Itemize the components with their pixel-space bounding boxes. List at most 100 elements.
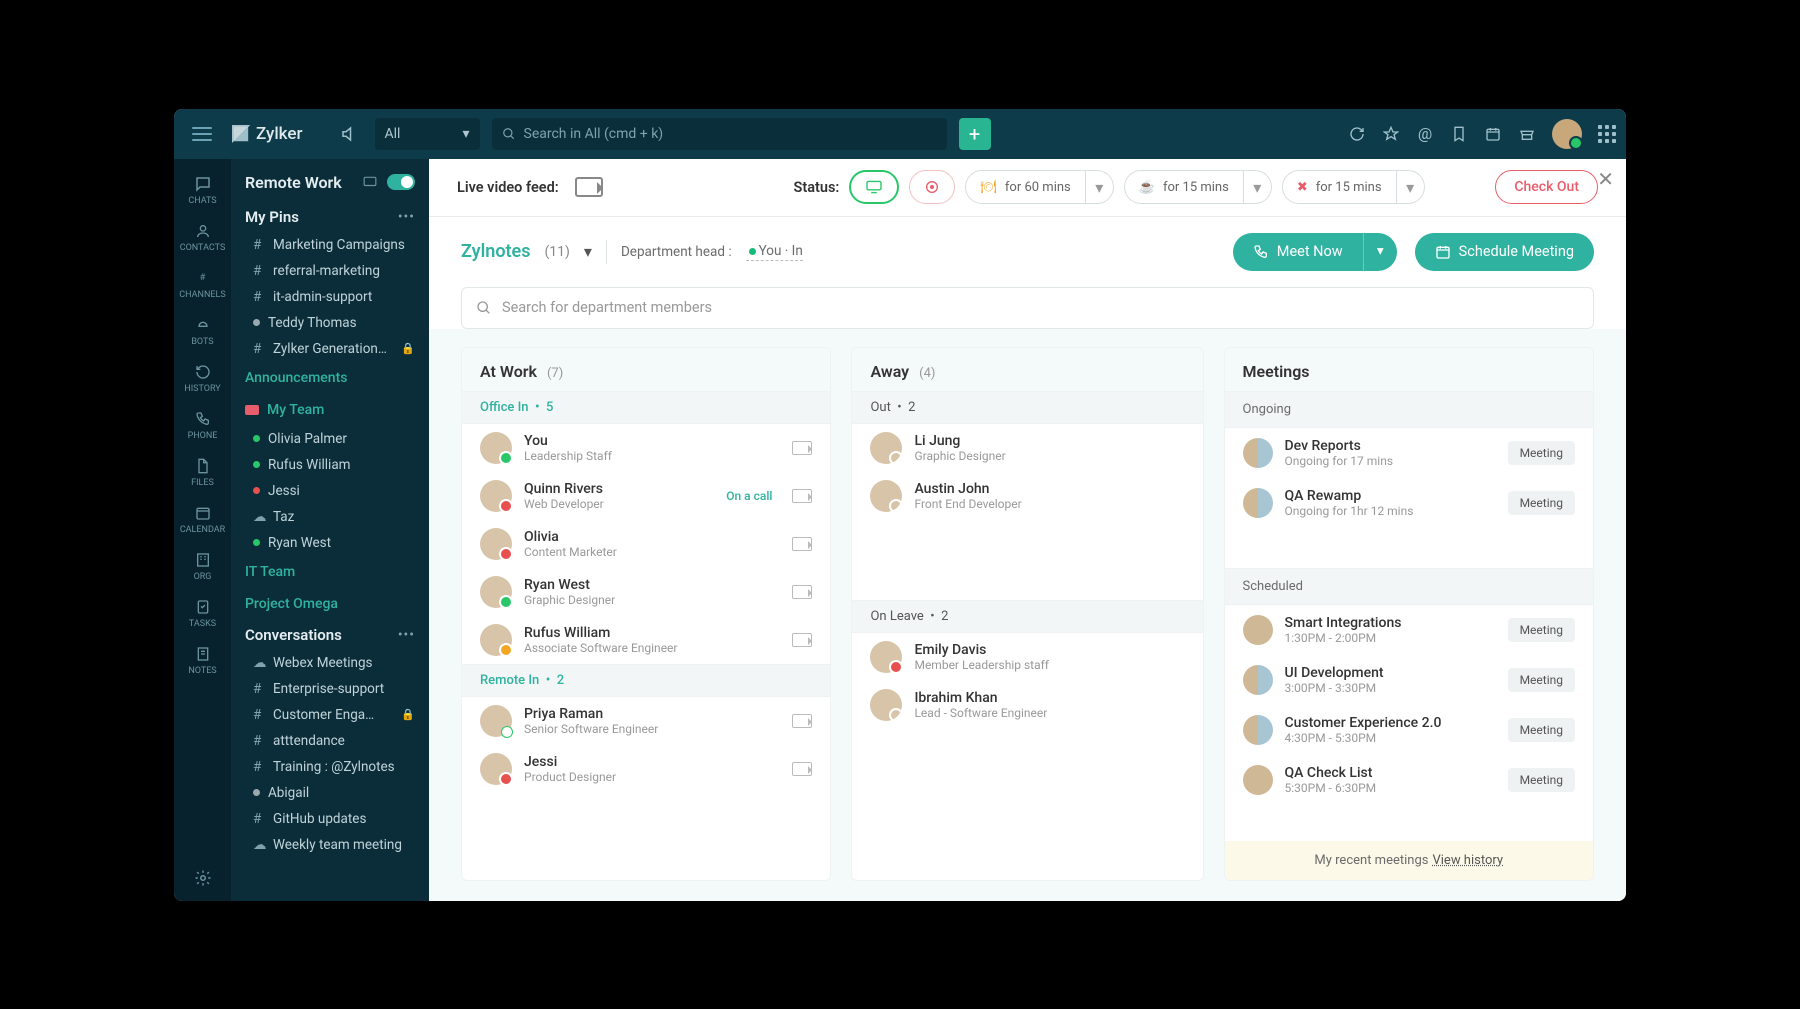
chevron-down-icon[interactable]: ▾ [1363,233,1397,271]
meeting-button[interactable]: Meeting [1508,668,1575,692]
rail-contacts[interactable]: CONTACTS [174,216,231,259]
checkout-button[interactable]: Check Out [1495,170,1598,204]
conv-item[interactable]: ☁Weekly team meeting [231,832,429,858]
view-history-link[interactable]: View history [1432,853,1503,868]
camera-icon[interactable] [792,537,812,551]
close-icon[interactable]: ✕ [1597,167,1614,191]
global-search[interactable] [492,118,947,150]
rail-channels[interactable]: #CHANNELS [174,263,231,306]
dept-search[interactable] [461,287,1594,329]
announcements-link[interactable]: Announcements [231,362,429,394]
camera-icon[interactable] [792,762,812,776]
team-member[interactable]: Ryan West [231,530,429,556]
pin-item[interactable]: #Zylker Generation…🔒 [231,336,429,362]
meeting-button[interactable]: Meeting [1508,491,1575,515]
meet-now-button[interactable]: Meet Now ▾ [1233,233,1397,271]
person-row[interactable]: Emily DavisMember Leadership staff [852,633,1202,681]
meeting-row[interactable]: Dev ReportsOngoing for 17 minsMeeting [1225,428,1593,478]
person-row[interactable]: Ryan WestGraphic Designer [462,568,830,616]
pin-item[interactable]: #it-admin-support [231,284,429,310]
refresh-icon[interactable] [1348,125,1366,143]
rail-tasks[interactable]: TASKS [174,592,231,635]
user-avatar[interactable] [1552,119,1582,149]
mention-icon[interactable]: @ [1416,125,1434,143]
remote-toggle[interactable] [387,174,415,190]
bookmark-icon[interactable] [1450,125,1468,143]
conv-item[interactable]: #Customer Enga…🔒 [231,702,429,728]
camera-icon[interactable] [792,585,812,599]
conv-item[interactable]: #Enterprise-support [231,676,429,702]
chevron-down-icon[interactable]: ▾ [1244,170,1272,204]
calendar-icon[interactable] [1484,125,1502,143]
add-button[interactable]: + [959,118,991,150]
meeting-row[interactable]: Customer Experience 2.04:30PM - 5:30PMMe… [1225,705,1593,755]
status-dnd-15[interactable]: ✖for 15 mins ▾ [1282,170,1425,204]
rail-org[interactable]: ORG [174,545,231,588]
chevron-down-icon[interactable]: ▾ [1086,170,1114,204]
conv-item[interactable]: #atttendance [231,728,429,754]
status-location-pill[interactable] [909,170,955,204]
conv-menu-icon[interactable]: ••• [398,627,415,643]
status-away-15[interactable]: ☕for 15 mins ▾ [1124,170,1272,204]
pins-menu-icon[interactable]: ••• [398,209,415,225]
status-away-60[interactable]: 🍽for 60 mins ▾ [965,170,1113,204]
person-row[interactable]: Priya RamanSenior Software Engineer [462,697,830,745]
meeting-button[interactable]: Meeting [1508,768,1575,792]
schedule-meeting-button[interactable]: Schedule Meeting [1415,233,1594,271]
rail-settings[interactable] [174,855,231,901]
person-row[interactable]: JessiProduct Designer [462,745,830,793]
meeting-button[interactable]: Meeting [1508,441,1575,465]
conv-item[interactable]: Abigail [231,780,429,806]
it-team-link[interactable]: IT Team [231,556,429,588]
rail-notes[interactable]: NOTES [174,639,231,682]
camera-icon[interactable] [792,441,812,455]
store-icon[interactable] [1518,125,1536,143]
camera-icon[interactable] [792,489,812,503]
status-in-pill[interactable] [849,170,899,204]
scope-select[interactable]: All ▾ [375,118,480,150]
conv-item[interactable]: #Training : @Zylnotes [231,754,429,780]
meeting-row[interactable]: UI Development3:00PM - 3:30PMMeeting [1225,655,1593,705]
monitor-icon[interactable] [363,176,377,188]
person-row[interactable]: Li JungGraphic Designer [852,424,1202,472]
dept-search-input[interactable] [502,299,1579,316]
meeting-row[interactable]: Smart Integrations1:30PM - 2:00PMMeeting [1225,605,1593,655]
person-row[interactable]: OliviaContent Marketer [462,520,830,568]
meeting-row[interactable]: QA RewampOngoing for 1hr 12 minsMeeting [1225,478,1593,528]
conv-item[interactable]: ☁Webex Meetings [231,650,429,676]
pin-item[interactable]: Teddy Thomas [231,310,429,336]
camera-icon[interactable] [792,714,812,728]
rail-files[interactable]: FILES [174,451,231,494]
person-row[interactable]: Austin JohnFront End Developer [852,472,1202,520]
project-link[interactable]: Project Omega [231,588,429,620]
video-feed-icon[interactable] [575,177,603,197]
chevron-down-icon[interactable]: ▾ [1397,170,1425,204]
person-row[interactable]: YouLeadership Staff [462,424,830,472]
star-icon[interactable] [1382,125,1400,143]
search-input[interactable] [524,126,937,142]
apps-grid-icon[interactable] [1598,125,1616,143]
my-team-link[interactable]: My Team [231,394,429,426]
pin-item[interactable]: #Marketing Campaigns [231,232,429,258]
team-member[interactable]: Jessi [231,478,429,504]
rail-history[interactable]: HISTORY [174,357,231,400]
conv-item[interactable]: #GitHub updates [231,806,429,832]
dept-dropdown-icon[interactable]: ▾ [584,242,592,261]
meeting-button[interactable]: Meeting [1508,618,1575,642]
camera-icon[interactable] [792,633,812,647]
rail-chats[interactable]: CHATS [174,169,231,212]
audio-icon[interactable] [335,120,363,148]
rail-calendar[interactable]: CALENDAR [174,498,231,541]
team-member[interactable]: ☁Taz [231,504,429,530]
team-member[interactable]: Olivia Palmer [231,426,429,452]
person-row[interactable]: Ibrahim KhanLead - Software Engineer [852,681,1202,729]
rail-phone[interactable]: PHONE [174,404,231,447]
rail-bots[interactable]: BOTS [174,310,231,353]
team-member[interactable]: Rufus William [231,452,429,478]
person-row[interactable]: Quinn RiversWeb DeveloperOn a call [462,472,830,520]
meeting-button[interactable]: Meeting [1508,718,1575,742]
pin-item[interactable]: #referral-marketing [231,258,429,284]
person-row[interactable]: Rufus WilliamAssociate Software Engineer [462,616,830,664]
menu-icon[interactable] [192,127,212,141]
meeting-row[interactable]: QA Check List5:30PM - 6:30PMMeeting [1225,755,1593,805]
